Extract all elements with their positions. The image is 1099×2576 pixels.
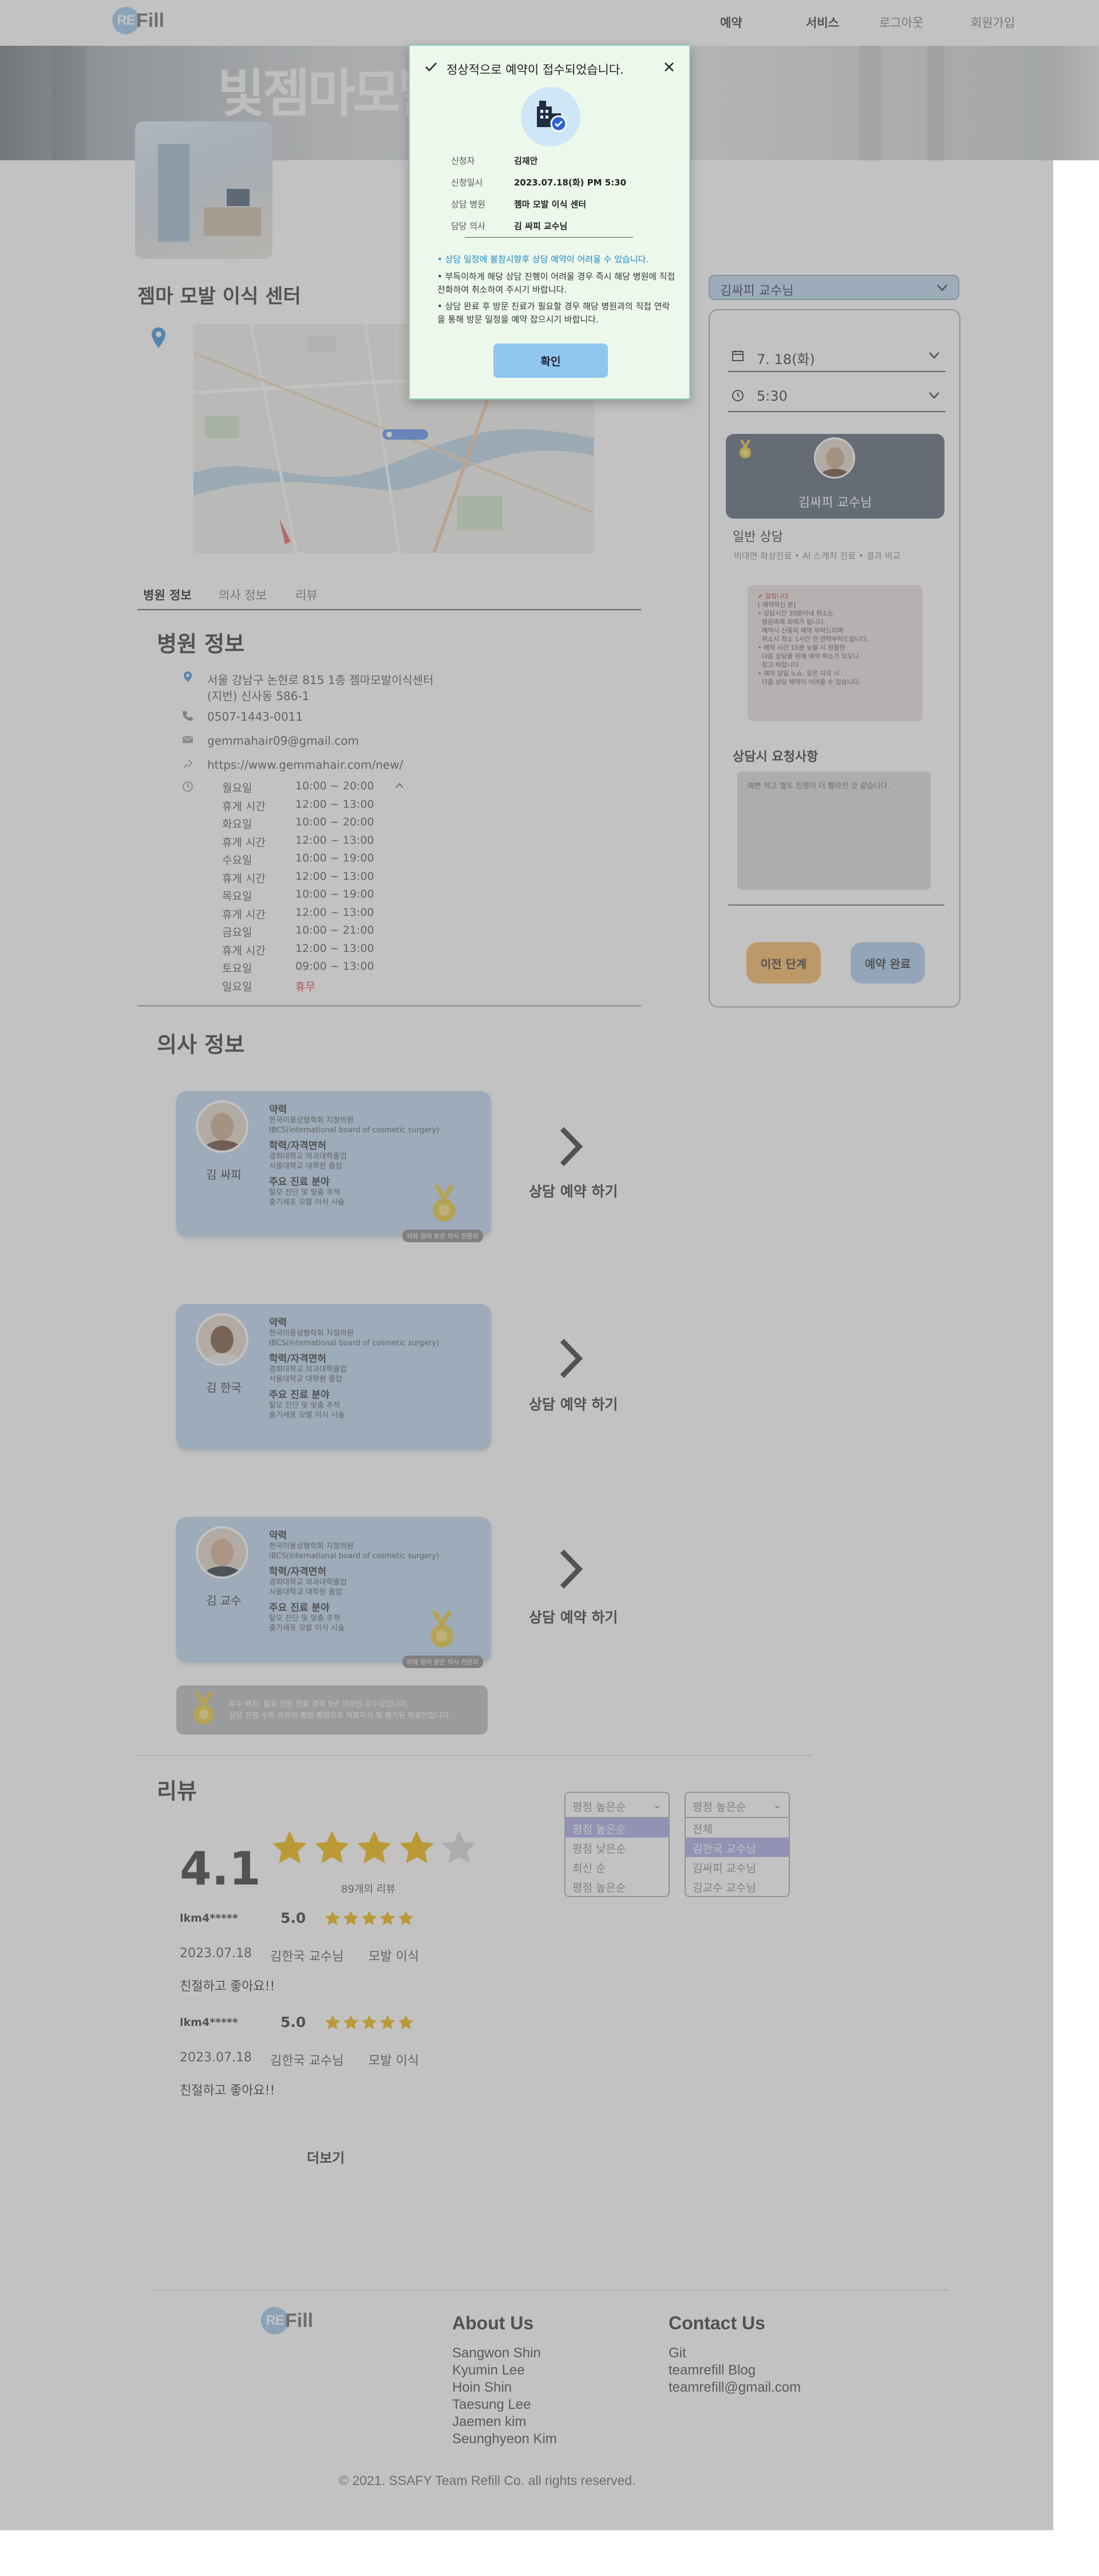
modal-field-value: 젬마 모발 이식 센터 — [514, 199, 587, 210]
modal-bullet: • 상담 일정에 불참시향후 상담 예약이 어려울 수 있습니다. — [437, 254, 649, 264]
reservation-confirm-modal: 정상적으로 예약이 접수되었습니다. 신청자 김재안신청일시 2023.07.18(… — [409, 45, 690, 400]
modal-field-label: 신청자 — [451, 156, 475, 166]
modal-field-value: 2023.07.18(화) PM 5:30 — [514, 177, 627, 188]
confirm-button[interactable]: 확인 — [493, 343, 608, 378]
hospital-icon — [521, 87, 580, 147]
modal-field-value: 김재안 — [514, 156, 538, 166]
modal-field-value: 김 싸피 교수님 — [514, 221, 568, 231]
modal-field-label: 신청일시 — [451, 177, 483, 188]
modal-bullet: • 부득이하게 해당 상담 진행이 어려울 경우 즉시 해당 병원에 직접 전화… — [437, 271, 675, 295]
modal-field-label: 담당 의사 — [451, 221, 485, 231]
check-icon — [425, 62, 437, 72]
page-edge — [1053, 160, 1099, 2530]
close-icon[interactable] — [664, 62, 674, 72]
modal-bullet: • 상담 완료 후 방문 진료가 필요할 경우 해당 병원과의 직접 연락을 통… — [437, 301, 670, 325]
modal-title: 정상적으로 예약이 접수되었습니다. — [446, 63, 624, 77]
modal-field-label: 상담 병원 — [451, 199, 485, 210]
modal-divider — [465, 237, 633, 238]
